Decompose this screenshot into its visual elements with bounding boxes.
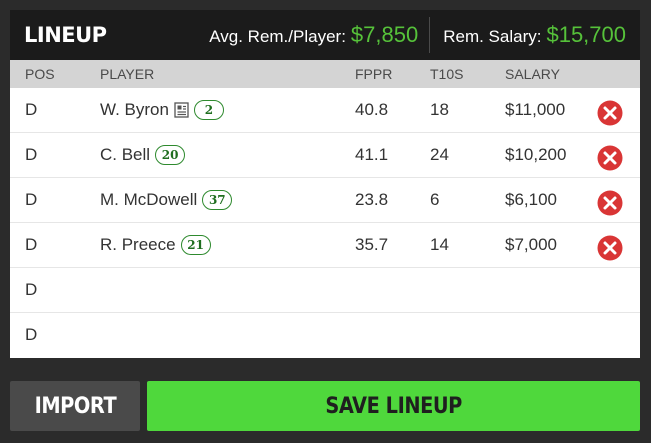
position-cell: D	[25, 100, 38, 119]
table-row[interactable]: D M. McDowell 37 23.8 6 $6,100	[10, 178, 640, 223]
t10s-cell: 6	[430, 190, 440, 209]
table-header: POS PLAYER FPPR T10S SALARY	[10, 60, 640, 88]
remove-icon[interactable]	[597, 235, 623, 261]
table-row[interactable]: D R. Preece 21 35.7 14 $7,000	[10, 223, 640, 268]
lineup-title: LINEUP	[24, 23, 107, 47]
remaining-salary-value: $15,700	[546, 22, 626, 47]
empty-slot-row: D	[10, 313, 640, 358]
avg-remaining-value: $7,850	[350, 22, 419, 47]
remove-icon[interactable]	[597, 100, 623, 126]
table-body: D W. Byron 2 40.8 18 $11,000 D C. Bell 20 41.1 24 $…	[10, 88, 640, 358]
car-number-badge: 37	[202, 190, 233, 210]
table-row[interactable]: D C. Bell 20 41.1 24 $10,200	[10, 133, 640, 178]
empty-slot-row: D	[10, 268, 640, 313]
lineup-header: LINEUP Avg. Rem./Player: $7,850 Rem. Sal…	[10, 10, 640, 60]
column-header-pos: POS	[25, 66, 55, 82]
player-name[interactable]: C. Bell	[100, 145, 150, 165]
t10s-cell: 14	[430, 235, 449, 254]
position-cell: D	[25, 145, 38, 164]
salary-cell: $11,000	[505, 100, 566, 119]
salary-cell: $6,100	[505, 190, 557, 209]
car-number-badge: 2	[193, 100, 224, 120]
column-header-t10s: T10S	[430, 66, 464, 82]
position-cell: D	[25, 325, 38, 344]
save-lineup-button[interactable]: SAVE LINEUP	[147, 381, 640, 431]
lineup-table: POS PLAYER FPPR T10S SALARY D W. Byron 2 40…	[10, 60, 640, 358]
remaining-salary: Rem. Salary: $15,700	[430, 22, 640, 48]
salary-cell: $7,000	[505, 235, 557, 254]
fppr-cell: 41.1	[355, 145, 389, 164]
remaining-salary-label: Rem. Salary:	[443, 27, 542, 46]
position-cell: D	[25, 235, 38, 254]
save-lineup-button-label: SAVE LINEUP	[325, 393, 462, 419]
player-cell: R. Preece 21	[100, 235, 211, 255]
remove-icon[interactable]	[597, 190, 623, 216]
player-name[interactable]: M. McDowell	[100, 190, 197, 210]
fppr-cell: 23.8	[355, 190, 389, 209]
import-button-label: IMPORT	[34, 393, 116, 419]
player-name[interactable]: W. Byron	[100, 100, 169, 120]
player-name[interactable]: R. Preece	[100, 235, 176, 255]
salary-cell: $10,200	[505, 145, 567, 164]
player-cell: C. Bell 20	[100, 145, 186, 165]
player-cell: W. Byron 2	[100, 100, 224, 120]
column-header-fppr: FPPR	[355, 66, 393, 82]
table-row[interactable]: D W. Byron 2 40.8 18 $11,000	[10, 88, 640, 133]
car-number-badge: 21	[180, 235, 211, 255]
position-cell: D	[25, 190, 38, 209]
news-icon[interactable]	[174, 102, 189, 118]
remove-icon[interactable]	[597, 145, 623, 171]
column-header-salary: SALARY	[505, 66, 560, 82]
avg-remaining-label: Avg. Rem./Player:	[209, 27, 346, 46]
t10s-cell: 24	[430, 145, 449, 164]
fppr-cell: 35.7	[355, 235, 389, 254]
t10s-cell: 18	[430, 100, 449, 119]
car-number-badge: 20	[155, 145, 186, 165]
column-header-player: PLAYER	[100, 66, 155, 82]
import-button[interactable]: IMPORT	[10, 381, 140, 431]
player-cell: M. McDowell 37	[100, 190, 233, 210]
fppr-cell: 40.8	[355, 100, 389, 119]
position-cell: D	[25, 280, 38, 299]
avg-remaining-per-player: Avg. Rem./Player: $7,850	[209, 22, 429, 48]
